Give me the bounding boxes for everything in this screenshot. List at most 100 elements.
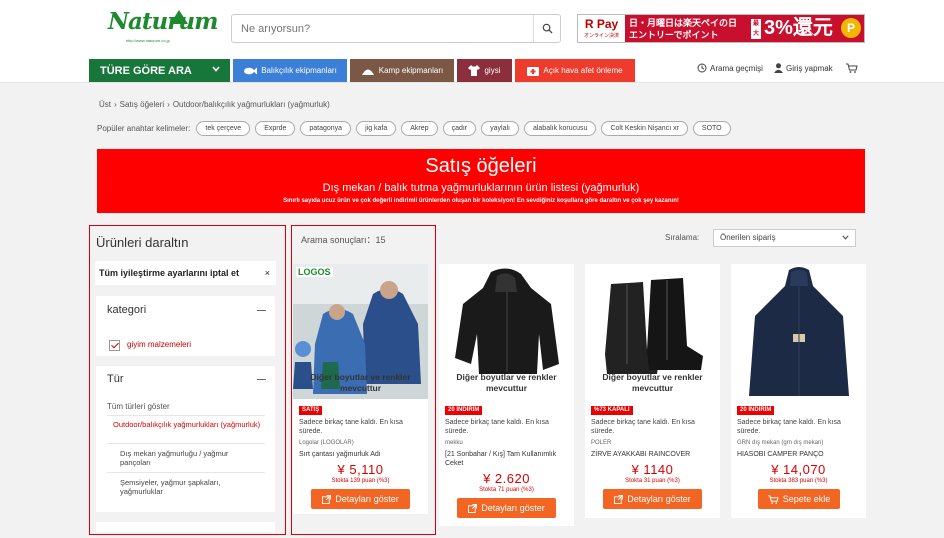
category-filter: kategori giyim malzemeleri (96, 296, 275, 356)
view-details-label: Detayları göster (335, 494, 399, 504)
sidebar-title: Ürünleri daraltın (96, 235, 189, 250)
nav-item-clothing[interactable]: giysi (457, 59, 512, 82)
rakuten-pay-logo: R Pay オンライン決済 (578, 15, 625, 42)
sort-value: Önerilen sipariş (720, 233, 776, 242)
search-history-label: Arama geçmişi (710, 63, 763, 73)
discount-badge: 20 İNDİRİM (445, 406, 483, 415)
next-filter-box (96, 522, 275, 532)
collapse-icon[interactable] (257, 310, 266, 311)
type-filter-title: Tür (107, 373, 124, 385)
banner-max-label: 最大 (751, 19, 761, 39)
keyword-tag[interactable]: tek çerçeve (196, 121, 251, 136)
divider (107, 472, 265, 473)
discount-badge: SATIŞ (299, 406, 323, 415)
close-icon: × (264, 268, 270, 278)
nav-item-label: Balıkçılık ekipmanları (261, 66, 337, 75)
sale-note: Sınırlı sayıda ucuz ürün ve çok değerli … (283, 198, 679, 204)
category-checkbox-label: giyim malzemeleri (127, 340, 192, 349)
sort-label: Sıralama: (665, 233, 700, 242)
rakuten-pay-banner[interactable]: R Pay オンライン決済 日・月曜日は楽天ペイの日 エントリーでポイント 最大… (577, 14, 865, 43)
product-price: ¥ 1140 (631, 462, 674, 477)
banner-line-2: エントリーでポイント (629, 30, 719, 40)
sale-banner: Satış öğeleri Dış mekan / balık tutma ya… (97, 149, 865, 213)
product-points: Stokta 383 puan (%3) (769, 478, 828, 484)
banner-line-1: 日・月曜日は楽天ペイの日 (629, 18, 738, 28)
type-filter: Tür Tüm türleri göster Outdoor/balıkçılı… (96, 366, 275, 512)
rpay-sub: オンライン決済 (583, 33, 619, 39)
view-details-button[interactable]: Detayları göster (457, 498, 556, 518)
search-input[interactable] (232, 15, 532, 42)
logo-text: Naturum (108, 8, 218, 35)
sort-select[interactable]: Önerilen sipariş (713, 229, 856, 247)
product-card[interactable]: Diğer boyutlar ve renkler mevcuttur 20 İ… (439, 264, 574, 526)
discount-badge: %73 KAPALI (591, 406, 633, 415)
nav-item-label: giysi (484, 66, 501, 75)
breadcrumb-current: Outdoor/balıkçılık yağmurlukları (yağmur… (172, 100, 330, 109)
sale-subtitle: Dış mekan / balık tutma yağmurluklarının… (322, 182, 640, 194)
popular-keywords: Popüler anahtar kelimeler: tek çerçeve E… (97, 121, 731, 136)
chevron-down-icon (842, 235, 849, 240)
breadcrumb-item[interactable]: Satış öğeleri (120, 100, 164, 109)
cart-button[interactable] (846, 63, 858, 73)
nav-item-camp[interactable]: Kamp ekipmanları (350, 59, 454, 82)
search-history-link[interactable]: Arama geçmişi (697, 63, 763, 73)
keyword-tag[interactable]: yaylalı (481, 121, 519, 136)
mountain-icon (170, 10, 188, 24)
add-to-cart-button[interactable]: Sepete ekle (758, 489, 840, 509)
product-name[interactable]: Sırt çantası yağmurluk Adı (299, 450, 424, 459)
external-link-icon (468, 503, 478, 513)
keyword-tag[interactable]: patagonya (300, 121, 352, 136)
keyword-tag[interactable]: Colt Keskin Nişancı xr (601, 121, 688, 136)
product-card[interactable]: 20 İNDİRİM Sadece birkaç tane kaldı. En … (731, 264, 866, 518)
keyword-tag[interactable]: jig kafa (356, 121, 397, 136)
view-details-button[interactable]: Detayları göster (603, 489, 702, 509)
banner-big-text: 3%還元 (764, 17, 833, 39)
product-price: ¥ 14,070 (771, 462, 826, 477)
type-selected-link[interactable]: Outdoor/balıkçılık yağmurlukları (yağmur… (113, 420, 263, 429)
rpay-label: R Pay (584, 17, 619, 31)
keyword-tag[interactable]: alabalık korucusu (523, 121, 597, 136)
product-brand: Logolar (LOGOLAR) (299, 440, 354, 446)
type-item-link[interactable]: Dış mekan yağmurluğu / yağmur pançoları (120, 449, 260, 467)
product-image[interactable] (731, 264, 866, 399)
nav-item-fishing[interactable]: Balıkçılık ekipmanları (233, 59, 347, 82)
keyword-tag[interactable]: Akrep (401, 121, 438, 136)
view-details-label: Detayları göster (481, 503, 545, 513)
product-points: Stokta 31 puan (%3) (625, 478, 680, 484)
nav-item-disaster[interactable]: Açık hava afet önleme (515, 59, 635, 82)
product-name[interactable]: [21 Sonbahar / Kış] Tam Kullanımlık Ceke… (445, 450, 570, 468)
type-all-link[interactable]: Tüm türleri göster (107, 402, 257, 411)
product-card[interactable]: LOGOS Diğer boyutlar ve renkler mevcuttu… (293, 264, 428, 514)
stock-note: Sadece birkaç tane kaldı. En kısa sürede… (737, 419, 841, 435)
nav-item-label: Kamp ekipmanları (378, 66, 444, 75)
breadcrumb-item[interactable]: Üst (99, 100, 111, 109)
type-item-link[interactable]: Şemsiyeler, yağmur şapkaları, yağmurlukl… (120, 478, 260, 496)
main-nav: TÜRE GÖRE ARA Balıkçılık ekipmanları Kam… (0, 58, 944, 83)
view-details-label: Detayları göster (627, 494, 691, 504)
filter-sidebar: Ürünleri daraltın Tüm iyileştirme ayarla… (95, 227, 277, 532)
result-count: Arama sonuçları：15 (301, 235, 386, 245)
category-menu-button[interactable]: TÜRE GÖRE ARA (89, 59, 230, 82)
chevron-down-icon (212, 66, 220, 72)
product-card[interactable]: Diğer boyutlar ve renkler mevcuttur %73 … (585, 264, 720, 518)
user-icon (774, 63, 783, 73)
product-points: Stokta 139 puan (%3) (331, 478, 390, 484)
view-details-button[interactable]: Detayları göster (311, 489, 410, 509)
collapse-icon[interactable] (257, 379, 266, 380)
keyword-tag[interactable]: çadır (442, 121, 477, 136)
search-button[interactable] (533, 15, 560, 42)
keyword-tag[interactable]: Exprde (255, 121, 296, 136)
search-icon (542, 23, 553, 34)
login-link[interactable]: Giriş yapmak (774, 63, 833, 73)
divider (107, 415, 265, 416)
product-name[interactable]: HIASOBI CAMPER PANÇO (737, 450, 862, 459)
reset-filters-button[interactable]: Tüm iyileştirme ayarlarını iptal et × (95, 261, 276, 285)
category-checkbox[interactable] (109, 340, 120, 351)
product-name[interactable]: ZİRVE AYAKKABI RAINCOVER (591, 450, 716, 459)
keyword-tag[interactable]: SOTO (692, 121, 731, 136)
tent-icon (361, 69, 374, 75)
site-header: Naturum http://www.naturum.co.jp R Pay オ… (0, 0, 944, 58)
naturum-logo[interactable]: Naturum http://www.naturum.co.jp (108, 6, 218, 46)
reset-filters-label: Tüm iyileştirme ayarlarını iptal et (99, 268, 240, 278)
cart-icon (767, 494, 779, 504)
